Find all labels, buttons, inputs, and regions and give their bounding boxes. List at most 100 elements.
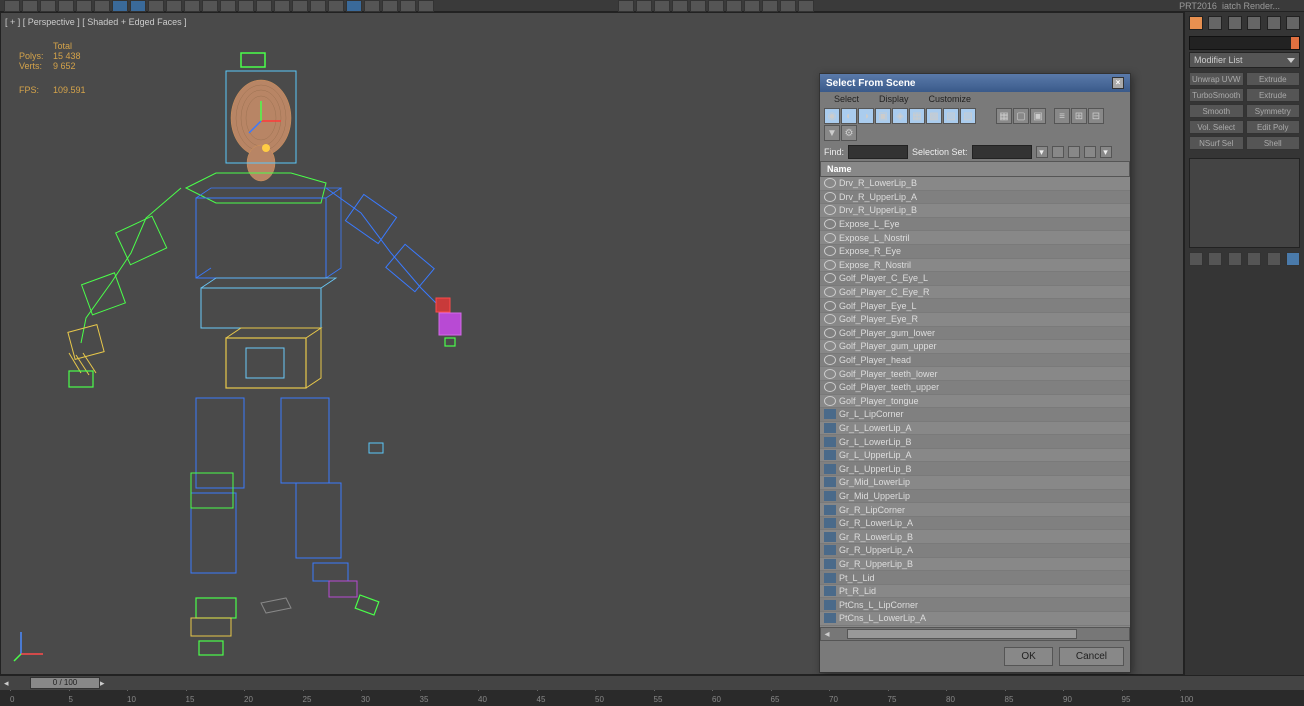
selset-btn-icon[interactable]: [1052, 146, 1064, 158]
tool-btn[interactable]: [112, 0, 128, 12]
create-tab-icon[interactable]: [1189, 16, 1203, 30]
modifier-button[interactable]: Extrude: [1246, 88, 1301, 102]
tool-btn[interactable]: [636, 0, 652, 12]
selset-btn-icon[interactable]: [1068, 146, 1080, 158]
select-none-icon[interactable]: ▢: [1013, 108, 1029, 124]
object-name-field[interactable]: [1189, 36, 1300, 50]
list-item[interactable]: Gr_L_UpperLip_A: [820, 449, 1130, 463]
tree-view-icon[interactable]: ⊞: [1071, 108, 1087, 124]
tool-btn[interactable]: [202, 0, 218, 12]
dialog-titlebar[interactable]: Select From Scene ×: [820, 74, 1130, 92]
configure-buttons-icon[interactable]: [1286, 252, 1300, 266]
tool-btn[interactable]: [726, 0, 742, 12]
list-item[interactable]: Golf_Player_tongue: [820, 395, 1130, 409]
tool-btn[interactable]: [184, 0, 200, 12]
modifier-button[interactable]: Unwrap UVW: [1189, 72, 1244, 86]
tool-btn[interactable]: [148, 0, 164, 12]
select-all-icon[interactable]: ▦: [996, 108, 1012, 124]
find-input[interactable]: [848, 145, 908, 159]
filter-geometry-icon[interactable]: ◉: [824, 108, 840, 124]
tool-btn[interactable]: [690, 0, 706, 12]
viewport[interactable]: [ + ] [ Perspective ] [ Shaded + Edged F…: [0, 12, 1184, 675]
modifier-stack[interactable]: [1189, 158, 1300, 248]
modifier-button[interactable]: Edit Poly: [1246, 120, 1301, 134]
tool-btn[interactable]: [744, 0, 760, 12]
list-item[interactable]: Gr_R_UpperLip_B: [820, 558, 1130, 572]
list-item[interactable]: Drv_R_LowerLip_B: [820, 177, 1130, 191]
list-item[interactable]: Golf_Player_Eye_L: [820, 299, 1130, 313]
list-item[interactable]: Gr_L_LowerLip_B: [820, 435, 1130, 449]
select-invert-icon[interactable]: ▣: [1030, 108, 1046, 124]
render-menu[interactable]: iatch Render...: [1222, 1, 1280, 11]
tool-btn[interactable]: [654, 0, 670, 12]
ok-button[interactable]: OK: [1004, 647, 1052, 666]
settings-icon[interactable]: ⚙: [841, 125, 857, 141]
tool-btn[interactable]: [382, 0, 398, 12]
modify-tab-icon[interactable]: [1208, 16, 1222, 30]
selset-dropdown-icon[interactable]: ▾: [1036, 146, 1048, 158]
time-ruler[interactable]: 0510152025303540455055606570758085909510…: [0, 690, 1304, 706]
display-tab-icon[interactable]: [1267, 16, 1281, 30]
tool-btn[interactable]: [418, 0, 434, 12]
list-item[interactable]: Expose_L_Nostril: [820, 231, 1130, 245]
tool-btn[interactable]: [58, 0, 74, 12]
filter-groups-icon[interactable]: ▩: [926, 108, 942, 124]
list-item[interactable]: Pt_L_Lid: [820, 571, 1130, 585]
show-end-result-icon[interactable]: [1208, 252, 1222, 266]
tool-btn[interactable]: [238, 0, 254, 12]
list-item[interactable]: Drv_R_UpperLip_B: [820, 204, 1130, 218]
hierarchy-tab-icon[interactable]: [1228, 16, 1242, 30]
selset-btn-icon[interactable]: [1084, 146, 1096, 158]
collapse-icon[interactable]: ⊟: [1088, 108, 1104, 124]
filter-cameras-icon[interactable]: ▣: [875, 108, 891, 124]
list-item[interactable]: Expose_R_Eye: [820, 245, 1130, 259]
tool-btn[interactable]: [40, 0, 56, 12]
configure-sets-icon[interactable]: [1267, 252, 1281, 266]
filter-icon[interactable]: ▼: [824, 125, 840, 141]
tool-btn-active[interactable]: [130, 0, 146, 12]
list-item[interactable]: Golf_Player_C_Eye_R: [820, 286, 1130, 300]
expand-icon[interactable]: ▾: [1100, 146, 1112, 158]
modifier-button[interactable]: Smooth: [1189, 104, 1244, 118]
list-item[interactable]: Expose_L_Eye: [820, 218, 1130, 232]
modifier-button[interactable]: Symmetry: [1246, 104, 1301, 118]
viewport-label[interactable]: [ + ] [ Perspective ] [ Shaded + Edged F…: [5, 17, 187, 27]
modifier-button[interactable]: Extrude: [1246, 72, 1301, 86]
modifier-button[interactable]: Vol. Select: [1189, 120, 1244, 134]
list-item[interactable]: PtCns_L_LowerLip_A: [820, 612, 1130, 626]
close-icon[interactable]: ×: [1112, 77, 1124, 89]
tab-select[interactable]: Select: [824, 92, 869, 106]
list-item[interactable]: Drv_R_UpperLip_A: [820, 191, 1130, 205]
tool-btn[interactable]: [672, 0, 688, 12]
list-item[interactable]: Golf_Player_teeth_lower: [820, 367, 1130, 381]
filter-xrefs-icon[interactable]: ▨: [943, 108, 959, 124]
modifier-button[interactable]: NSurf Sel: [1189, 136, 1244, 150]
tool-btn[interactable]: [798, 0, 814, 12]
tool-btn[interactable]: [400, 0, 416, 12]
tool-btn[interactable]: [762, 0, 778, 12]
list-item[interactable]: Golf_Player_gum_upper: [820, 340, 1130, 354]
list-view-icon[interactable]: ≡: [1054, 108, 1070, 124]
tool-btn[interactable]: [256, 0, 272, 12]
list-item[interactable]: Golf_Player_head: [820, 354, 1130, 368]
list-item[interactable]: Golf_Player_C_Eye_L: [820, 272, 1130, 286]
tool-btn[interactable]: [274, 0, 290, 12]
list-item[interactable]: Gr_R_LipCorner: [820, 503, 1130, 517]
tool-btn[interactable]: [310, 0, 326, 12]
horizontal-scrollbar[interactable]: ◂: [820, 627, 1130, 641]
tool-btn[interactable]: [220, 0, 236, 12]
list-item[interactable]: Gr_L_LipCorner: [820, 408, 1130, 422]
tool-btn[interactable]: [22, 0, 38, 12]
list-item[interactable]: Golf_Player_Eye_R: [820, 313, 1130, 327]
filter-shapes-icon[interactable]: ◐: [841, 108, 857, 124]
tool-btn[interactable]: [780, 0, 796, 12]
list-item[interactable]: PtCns_L_LipCorner: [820, 598, 1130, 612]
list-item[interactable]: Gr_R_UpperLip_A: [820, 544, 1130, 558]
filter-lights-icon[interactable]: ◑: [858, 108, 874, 124]
modifier-list-dropdown[interactable]: Modifier List: [1189, 52, 1300, 68]
tool-btn[interactable]: [94, 0, 110, 12]
list-item[interactable]: Pt_R_Lid: [820, 585, 1130, 599]
tool-btn[interactable]: [166, 0, 182, 12]
modifier-button[interactable]: TurboSmooth: [1189, 88, 1244, 102]
utilities-tab-icon[interactable]: [1286, 16, 1300, 30]
